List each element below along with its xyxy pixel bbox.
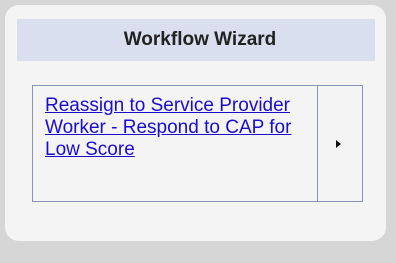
expand-arrow-button[interactable] [318,86,362,201]
workflow-item-link-cell: Reassign to Service Provider Worker - Re… [33,86,318,201]
workflow-item-link[interactable]: Reassign to Service Provider Worker - Re… [45,95,307,161]
workflow-wizard-panel: Workflow Wizard Reassign to Service Prov… [5,5,386,241]
panel-header: Workflow Wizard [17,19,375,61]
triangle-right-icon [336,139,341,148]
panel-title: Workflow Wizard [123,29,277,50]
workflow-item: Reassign to Service Provider Worker - Re… [32,85,363,202]
